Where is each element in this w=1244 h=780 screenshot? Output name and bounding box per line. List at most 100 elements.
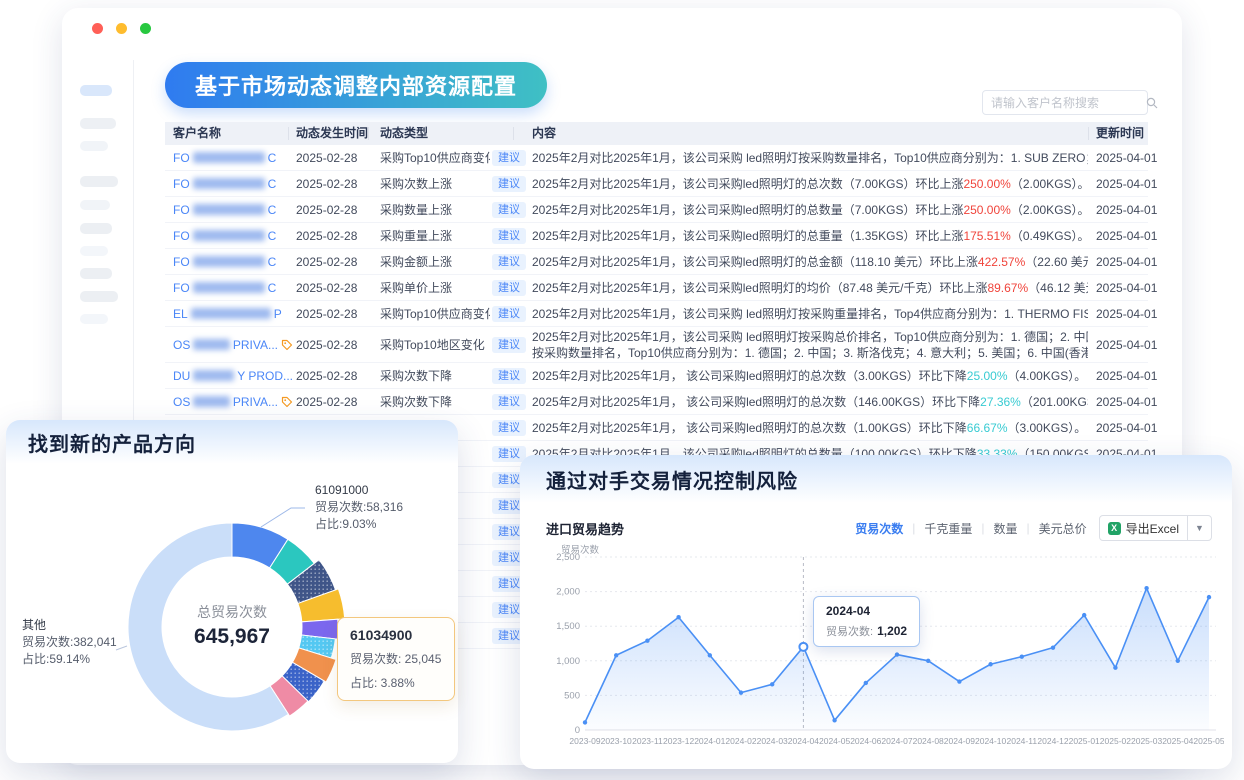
- svg-text:2024-07: 2024-07: [881, 736, 912, 746]
- metric-tab-quantity[interactable]: 数量: [993, 520, 1017, 537]
- suggestion-badge[interactable]: 建议: [492, 420, 526, 436]
- metric-tab-usd-total[interactable]: 美元总价: [1039, 520, 1087, 537]
- customer-name-link[interactable]: FOC: [173, 249, 293, 274]
- metric-tab-kg-weight[interactable]: 千克重量: [924, 520, 972, 537]
- suggestion-badge[interactable]: 建议: [492, 202, 526, 218]
- customer-name-link[interactable]: OSPRIVA...: [173, 389, 293, 414]
- blurred-name: [193, 178, 265, 189]
- svg-text:2024-06: 2024-06: [850, 736, 881, 746]
- updated-time: 2025-04-01: [1096, 389, 1166, 414]
- sidebar-item-skeleton: [80, 268, 112, 279]
- svg-text:2023-10: 2023-10: [601, 736, 632, 746]
- dynamic-date: 2025-02-28: [296, 145, 376, 170]
- sidebar-item-skeleton: [80, 176, 118, 187]
- suggestion-badge[interactable]: 建议: [492, 306, 526, 322]
- maximize-window-button[interactable]: [140, 23, 151, 34]
- dynamic-date: 2025-02-28: [296, 363, 376, 388]
- table-row: FOC2025-02-28采购重量上涨建议2025年2月对比2025年1月，该公…: [165, 223, 1148, 249]
- svg-text:2024-04: 2024-04: [788, 736, 819, 746]
- suggestion-badge[interactable]: 建议: [492, 150, 526, 166]
- customer-name-link[interactable]: FOC: [173, 145, 293, 170]
- tooltip-label: 贸易次数:: [826, 626, 873, 638]
- suggestion-badge[interactable]: 建议: [492, 337, 526, 353]
- metric-separator: |: [1027, 521, 1030, 535]
- blurred-name: [193, 370, 234, 381]
- svg-text:2,000: 2,000: [556, 587, 580, 598]
- svg-text:2024-10: 2024-10: [975, 736, 1006, 746]
- suggestion-badge[interactable]: 建议: [492, 394, 526, 410]
- dynamic-content: 2025年2月对比2025年1月，该公司采购led照明灯的总金额（118.10 …: [532, 249, 1088, 274]
- search-icon[interactable]: [1146, 97, 1158, 109]
- updated-time: 2025-04-01: [1096, 363, 1166, 388]
- dynamic-type: 采购重量上涨: [380, 223, 490, 248]
- close-window-button[interactable]: [92, 23, 103, 34]
- customer-search-box[interactable]: [982, 90, 1148, 115]
- risk-panel-title: 通过对手交易情况控制风险: [546, 465, 798, 494]
- donut-center-label: 总贸易次数 645,967: [152, 602, 312, 649]
- dynamic-type: 采购单价上涨: [380, 275, 490, 300]
- table-header: 客户名称动态发生时间动态类型内容更新时间: [165, 122, 1148, 145]
- customer-name-link[interactable]: OSPRIVA...: [173, 327, 293, 362]
- customer-name-link[interactable]: DUY PROD...: [173, 363, 293, 388]
- dynamic-content: 2025年2月对比2025年1月，该公司采购 led照明灯按采购重量排名，Top…: [532, 301, 1088, 326]
- donut-center-value: 645,967: [152, 625, 312, 649]
- metric-separator: |: [912, 521, 915, 535]
- svg-text:2023-12: 2023-12: [663, 736, 694, 746]
- suggestion-badge[interactable]: 建议: [492, 280, 526, 296]
- sidebar-item-skeleton: [80, 291, 118, 302]
- svg-text:2023-09: 2023-09: [569, 736, 600, 746]
- blurred-name: [193, 256, 265, 267]
- suggestion-badge[interactable]: 建议: [492, 368, 526, 384]
- table-row: OSPRIVA...2025-02-28采购次数下降建议2025年2月对比202…: [165, 389, 1148, 415]
- sidebar-item-active-skeleton: [80, 85, 112, 96]
- svg-text:2,500: 2,500: [556, 552, 580, 563]
- table-row: FOC2025-02-28采购数量上涨建议2025年2月对比2025年1月，该公…: [165, 197, 1148, 223]
- table-row: FOC2025-02-28采购Top10供应商变化建议2025年2月对比2025…: [165, 145, 1148, 171]
- suggestion-badge[interactable]: 建议: [492, 176, 526, 192]
- suggestion-badge[interactable]: 建议: [492, 446, 526, 462]
- trend-section-title: 进口贸易趋势: [546, 519, 624, 538]
- svg-text:2024-01: 2024-01: [694, 736, 725, 746]
- svg-text:2024-02: 2024-02: [725, 736, 756, 746]
- dynamic-content: 2025年2月对比2025年1月，该公司采购led照明灯的总数量（7.00KGS…: [532, 197, 1088, 222]
- trend-line-chart[interactable]: 贸易次数05001,0001,5002,0002,5002023-092023-…: [534, 543, 1224, 761]
- export-dropdown-button[interactable]: ▼: [1187, 515, 1211, 541]
- table-row: FOC2025-02-28采购单价上涨建议2025年2月对比2025年1月，该公…: [165, 275, 1148, 301]
- table-row: FOC2025-02-28采购次数上涨建议2025年2月对比2025年1月，该公…: [165, 171, 1148, 197]
- suggestion-badge[interactable]: 建议: [492, 228, 526, 244]
- svg-text:2025-02: 2025-02: [1100, 736, 1131, 746]
- minimize-window-button[interactable]: [116, 23, 127, 34]
- metric-tab-trade-count[interactable]: 贸易次数: [855, 520, 903, 537]
- customer-name-link[interactable]: FOC: [173, 197, 293, 222]
- svg-text:2024-11: 2024-11: [1007, 736, 1038, 746]
- dynamic-content: 2025年2月对比2025年1月，该公司采购 led照明灯按采购数量排名，Top…: [532, 145, 1088, 170]
- blurred-name: [193, 339, 230, 350]
- svg-text:2024-08: 2024-08: [913, 736, 944, 746]
- risk-control-panel: 通过对手交易情况控制风险 进口贸易趋势 贸易次数 | 千克重量 | 数量 | 美…: [520, 455, 1232, 769]
- blurred-name: [193, 230, 265, 241]
- suggestion-badge[interactable]: 建议: [492, 254, 526, 270]
- column-header: 客户名称: [173, 122, 221, 145]
- customer-name-link[interactable]: ELP: [173, 301, 293, 326]
- svg-text:2025-04: 2025-04: [1162, 736, 1193, 746]
- sidebar-item-skeleton: [80, 118, 116, 129]
- metric-separator: |: [981, 521, 984, 535]
- donut-callout-other: 其他 贸易次数:382,041 占比:59.14%: [22, 617, 117, 668]
- export-excel-button[interactable]: X 导出Excel: [1100, 520, 1187, 537]
- chart-tooltip: 2024-04 贸易次数:1,202: [813, 596, 920, 647]
- column-header: 动态类型: [380, 122, 428, 145]
- dynamic-date: 2025-02-28: [296, 301, 376, 326]
- updated-time: 2025-04-01: [1096, 223, 1166, 248]
- dynamic-type: 采购数量上涨: [380, 197, 490, 222]
- customer-name-link[interactable]: FOC: [173, 171, 293, 196]
- dynamic-content: 2025年2月对比2025年1月，该公司采购led照明灯的总重量（1.35KGS…: [532, 223, 1088, 248]
- customer-name-link[interactable]: FOC: [173, 223, 293, 248]
- updated-time: 2025-04-01: [1096, 249, 1166, 274]
- dynamic-date: 2025-02-28: [296, 275, 376, 300]
- search-input[interactable]: [991, 96, 1146, 110]
- product-direction-panel: 找到新的产品方向 总贸易次数 645,967 61091000 贸易次数:58,…: [6, 420, 458, 763]
- risk-toolbar: 进口贸易趋势 贸易次数 | 千克重量 | 数量 | 美元总价 X 导出Excel…: [520, 513, 1232, 543]
- donut-callout-61091000: 61091000 贸易次数:58,316 占比:9.03%: [315, 482, 403, 533]
- updated-time: 2025-04-01: [1096, 197, 1166, 222]
- customer-name-link[interactable]: FOC: [173, 275, 293, 300]
